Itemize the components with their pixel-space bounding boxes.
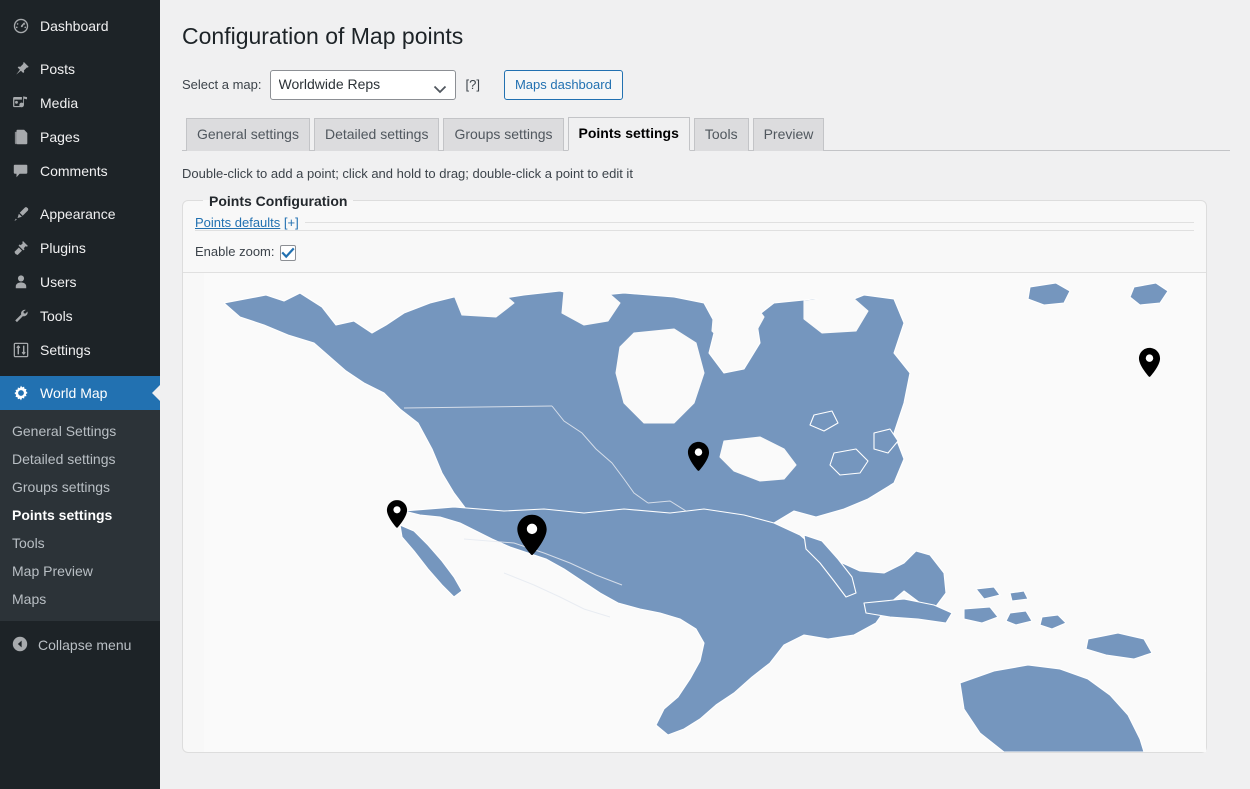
tab-general-settings[interactable]: General settings — [186, 118, 310, 151]
world-map-submenu: General Settings Detailed settings Group… — [0, 410, 160, 621]
sidebar-item-world-map[interactable]: World Map — [0, 376, 160, 410]
world-map-svg[interactable] — [204, 272, 1206, 752]
map-pin-icon — [386, 499, 408, 528]
collapse-left-arrow-icon — [11, 635, 29, 656]
points-defaults-link[interactable]: Points defaults — [195, 215, 280, 230]
map-select-input[interactable]: Worldwide Reps — [269, 69, 456, 100]
sidebar-item-plugins[interactable]: Plugins — [0, 231, 160, 265]
sidebar-subitem-map-preview[interactable]: Map Preview — [0, 557, 160, 585]
gear-icon — [11, 383, 31, 403]
sidebar-item-label: Dashboard — [40, 18, 109, 34]
collapse-menu-wrap: Collapse menu — [0, 628, 160, 662]
sidebar-divider-1 — [0, 43, 160, 52]
sidebar-item-pages[interactable]: Pages — [0, 120, 160, 154]
points-configuration-legend: Points Configuration — [209, 192, 348, 209]
sidebar-item-label: Users — [40, 274, 77, 290]
enable-zoom-label: Enable zoom: — [195, 244, 275, 260]
points-configuration-panel: Points Configuration Points defaults [+]… — [182, 192, 1207, 753]
sidebar-item-posts[interactable]: Posts — [0, 52, 160, 86]
map-pin-icon — [1138, 347, 1161, 377]
help-indicator[interactable]: [?] — [466, 77, 480, 92]
sidebar-item-label: Posts — [40, 61, 76, 77]
sidebar-item-label: Comments — [40, 163, 108, 179]
admin-sidebar: Dashboard Posts Media Pages Comments App… — [0, 0, 160, 789]
collapse-menu-button[interactable]: Collapse menu — [0, 628, 160, 662]
map-pin-south-central[interactable] — [516, 513, 548, 557]
map-pin-icon — [687, 441, 710, 471]
media-icon — [11, 93, 31, 113]
map-pin-west-coast[interactable] — [386, 499, 408, 529]
appearance-brush-icon — [11, 204, 31, 224]
settings-tabs: General settings Detailed settings Group… — [182, 117, 1230, 151]
sidebar-item-label: Appearance — [40, 206, 116, 222]
sidebar-item-label: Plugins — [40, 240, 86, 256]
tab-groups-settings[interactable]: Groups settings — [443, 118, 564, 151]
tab-tools[interactable]: Tools — [693, 118, 749, 151]
pin-icon — [11, 59, 31, 79]
map-select-wrap: Worldwide Reps — [269, 69, 456, 100]
enable-zoom-checkbox[interactable] — [279, 244, 296, 261]
points-defaults-legend: Points defaults [+] — [195, 215, 305, 230]
map-pin-northeast[interactable] — [687, 441, 710, 472]
sidebar-item-label: Tools — [40, 308, 73, 324]
comments-icon — [11, 161, 31, 181]
map-pin-uk[interactable] — [1138, 347, 1161, 378]
points-hint-text: Double-click to add a point; click and h… — [182, 165, 633, 181]
sidebar-item-label: Pages — [40, 129, 80, 145]
points-defaults-expand-toggle[interactable]: [+] — [284, 215, 299, 230]
sidebar-item-dashboard[interactable]: Dashboard — [0, 9, 160, 43]
sidebar-divider-2 — [0, 188, 160, 197]
page-title: Configuration of Map points — [182, 23, 464, 49]
sidebar-subitem-general-settings[interactable]: General Settings — [0, 417, 160, 445]
sidebar-item-label: World Map — [40, 385, 108, 401]
sidebar-item-label: Media — [40, 95, 79, 111]
sidebar-subitem-tools[interactable]: Tools — [0, 529, 160, 557]
tools-wrench-icon — [11, 306, 31, 326]
sidebar-item-appearance[interactable]: Appearance — [0, 197, 160, 231]
world-map-canvas[interactable] — [204, 272, 1206, 752]
sidebar-item-media[interactable]: Media — [0, 86, 160, 120]
content-inner: Configuration of Map points Select a map… — [160, 0, 1250, 753]
enable-zoom-row: Enable zoom: — [195, 229, 1194, 272]
sidebar-top-spacer — [0, 0, 160, 9]
tab-preview[interactable]: Preview — [752, 118, 825, 151]
sidebar-item-comments[interactable]: Comments — [0, 154, 160, 188]
maps-dashboard-button[interactable]: Maps dashboard — [503, 69, 623, 100]
users-icon — [11, 272, 31, 292]
map-container — [183, 271, 1206, 752]
tab-points-settings[interactable]: Points settings — [567, 117, 690, 151]
sidebar-item-users[interactable]: Users — [0, 265, 160, 299]
tab-detailed-settings[interactable]: Detailed settings — [313, 118, 440, 151]
plugins-plug-icon — [11, 238, 31, 258]
main-content: Configuration of Map points Select a map… — [160, 0, 1250, 789]
sidebar-item-settings[interactable]: Settings — [0, 333, 160, 367]
settings-sliders-icon — [11, 340, 31, 360]
map-select-label: Select a map: — [182, 77, 262, 93]
sidebar-divider-3 — [0, 367, 160, 376]
pages-icon — [11, 127, 31, 147]
sidebar-item-tools[interactable]: Tools — [0, 299, 160, 333]
collapse-menu-label: Collapse menu — [38, 637, 132, 653]
sidebar-subitem-points-settings[interactable]: Points settings — [0, 501, 160, 529]
points-defaults-fieldset: Points defaults [+] — [195, 214, 1194, 230]
dashboard-icon — [11, 16, 31, 36]
map-select-row: Select a map: Worldwide Reps [?] Maps da… — [182, 69, 1230, 100]
sidebar-subitem-maps[interactable]: Maps — [0, 585, 160, 613]
sidebar-subitem-groups-settings[interactable]: Groups settings — [0, 473, 160, 501]
sidebar-item-label: Settings — [40, 342, 91, 358]
map-pin-icon — [517, 514, 547, 555]
sidebar-subitem-detailed-settings[interactable]: Detailed settings — [0, 445, 160, 473]
